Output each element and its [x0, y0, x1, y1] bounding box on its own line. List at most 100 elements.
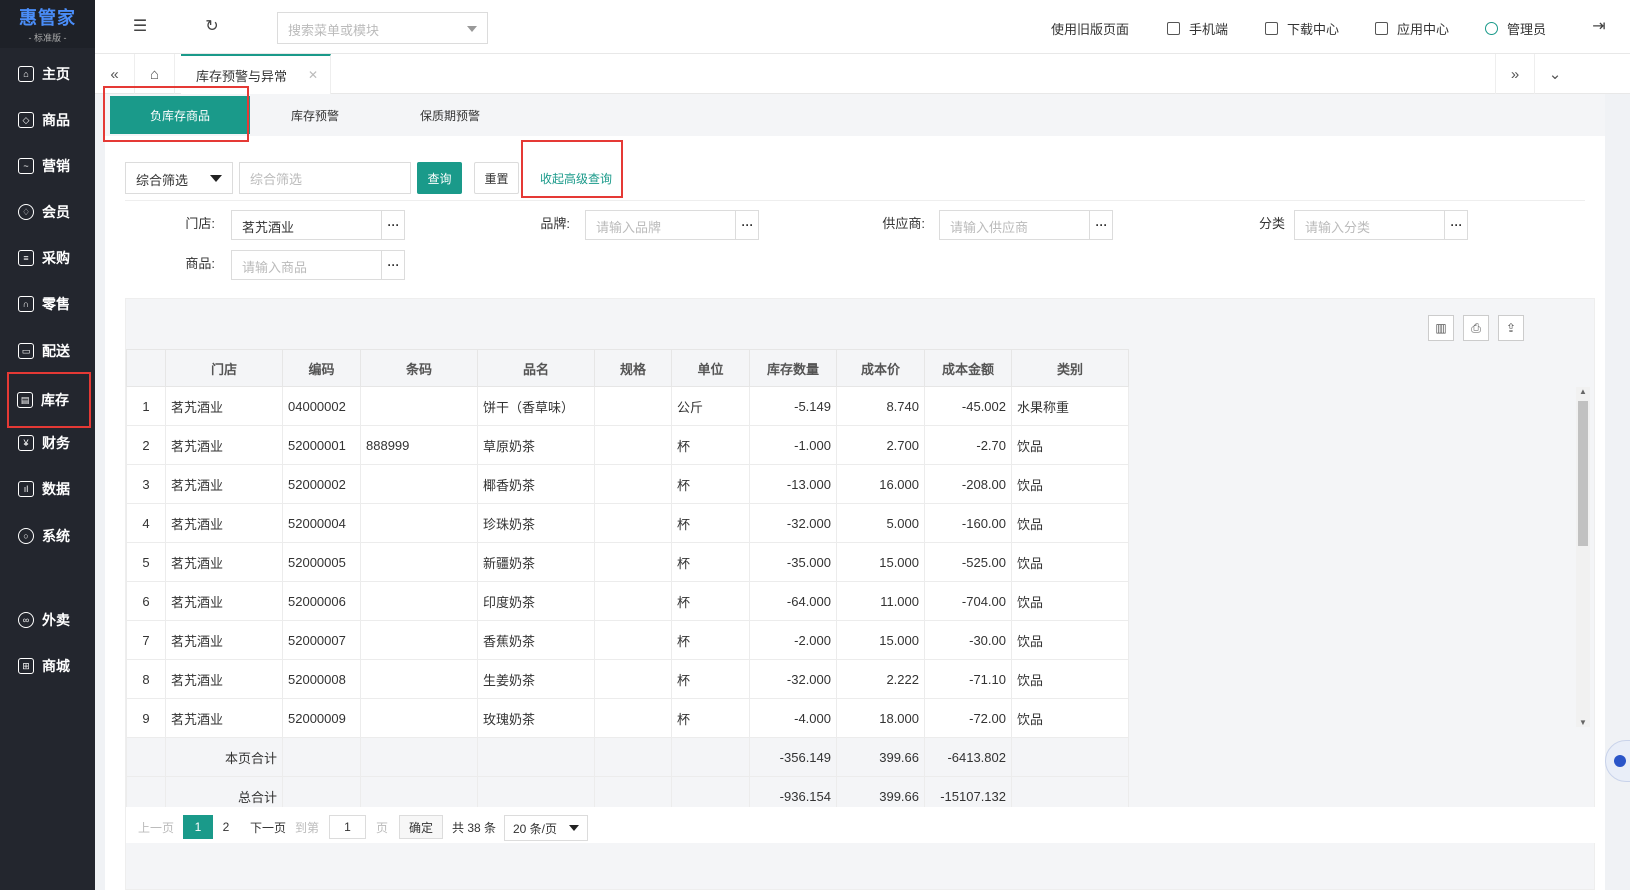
- table-cell: [360, 698, 478, 738]
- sidebar-item-system[interactable]: ○ 系统: [0, 518, 95, 554]
- product-picker-button[interactable]: ···: [381, 251, 405, 279]
- page-2-button[interactable]: 2: [218, 815, 234, 839]
- combo-filter-input[interactable]: 综合筛选: [239, 162, 411, 194]
- table-row[interactable]: 2 茗艽酒业 52000001 888999 草原奶茶 杯 -1.000 2.700 -2.70…: [126, 425, 1129, 465]
- chevron-down-icon: [569, 825, 579, 831]
- table-cell: 5.000: [836, 503, 925, 543]
- table-cell: 04000002: [282, 386, 361, 426]
- table-cell: 公斤: [671, 386, 750, 426]
- col-code[interactable]: 编码: [282, 349, 361, 387]
- column-settings-icon[interactable]: ▥: [1428, 315, 1454, 341]
- user-menu[interactable]: 管理员: [1485, 19, 1546, 38]
- scroll-up-icon[interactable]: ▲: [1579, 387, 1587, 396]
- sidebar-item-inventory[interactable]: ▤ 库存: [7, 372, 91, 428]
- store-field[interactable]: 茗艽酒业: [231, 210, 405, 240]
- subtab-stock-warning[interactable]: 库存预警: [255, 94, 375, 136]
- table-cell: [360, 581, 478, 621]
- refresh-icon[interactable]: ↻: [203, 18, 221, 36]
- col-unit[interactable]: 单位: [671, 349, 750, 387]
- inventory-icon: ▤: [17, 392, 33, 408]
- category-field[interactable]: 请输入分类: [1294, 210, 1468, 240]
- supplier-picker-button[interactable]: ···: [1089, 211, 1113, 239]
- goto-confirm-button[interactable]: 确定: [399, 815, 443, 839]
- logout-icon[interactable]: ⇥: [1590, 18, 1608, 36]
- col-category[interactable]: 类别: [1011, 349, 1129, 387]
- reset-button[interactable]: 重置: [474, 162, 519, 194]
- table-scrollbar[interactable]: ▲ ▼: [1576, 387, 1590, 727]
- col-cost-price[interactable]: 成本价: [836, 349, 925, 387]
- app-center-link[interactable]: 应用中心: [1375, 19, 1449, 38]
- page-1-button[interactable]: 1: [183, 815, 213, 839]
- mobile-link[interactable]: 手机端: [1167, 19, 1228, 38]
- category-picker-button[interactable]: ···: [1444, 211, 1468, 239]
- sidebar-item-purchase[interactable]: ≡ 采购: [0, 240, 95, 276]
- table-row[interactable]: 9 茗艽酒业 52000009 玫瑰奶茶 杯 -4.000 18.000 -72.00 饮品: [126, 698, 1129, 738]
- old-version-link[interactable]: 使用旧版页面: [1051, 19, 1129, 38]
- category-label: 分类: [1258, 216, 1285, 231]
- sidebar-item-delivery[interactable]: ▭ 配送: [0, 333, 95, 369]
- menu-collapse-icon[interactable]: ☰: [131, 18, 149, 36]
- menu-search-input[interactable]: 搜索菜单或模块: [277, 12, 488, 44]
- tabs-menu-chevron-icon[interactable]: ⌄: [1535, 54, 1575, 94]
- col-barcode[interactable]: 条码: [360, 349, 478, 387]
- table-row[interactable]: 5 茗艽酒业 52000005 新疆奶茶 杯 -35.000 15.000 -525.00 饮品: [126, 542, 1129, 582]
- sidebar-item-takeout[interactable]: ∞ 外卖: [0, 602, 95, 638]
- export-icon[interactable]: ⇪: [1498, 315, 1524, 341]
- supplier-field[interactable]: 请输入供应商: [939, 210, 1113, 240]
- brand-picker-button[interactable]: ···: [735, 211, 759, 239]
- sidebar-item-mall[interactable]: ⊞ 商城: [0, 648, 95, 684]
- col-cost-amount[interactable]: 成本金额: [924, 349, 1012, 387]
- sidebar-item-finance[interactable]: ¥ 财务: [0, 425, 95, 461]
- close-icon[interactable]: ✕: [308, 68, 318, 82]
- logo-text: 惠管家: [19, 8, 76, 28]
- goto-label: 到第: [294, 820, 319, 835]
- product-field[interactable]: 请输入商品: [231, 250, 405, 280]
- store-picker-button[interactable]: ···: [381, 211, 405, 239]
- table-row[interactable]: 4 茗艽酒业 52000004 珍珠奶茶 杯 -32.000 5.000 -160.00 饮品: [126, 503, 1129, 543]
- col-spec[interactable]: 规格: [594, 349, 672, 387]
- table-row[interactable]: 1 茗艽酒业 04000002 饼干（香草味） 公斤 -5.149 8.740 -45.002…: [126, 386, 1129, 426]
- col-name[interactable]: 品名: [477, 349, 595, 387]
- table-cell: 9: [126, 698, 166, 738]
- download-center-link[interactable]: 下载中心: [1265, 19, 1339, 38]
- sidebar-item-marketing[interactable]: ~ 营销: [0, 148, 95, 184]
- goto-page-input[interactable]: 1: [329, 815, 366, 839]
- sidebar-item-home[interactable]: ⌂ 主页: [0, 56, 95, 92]
- col-qty[interactable]: 库存数量: [749, 349, 837, 387]
- prev-page-button[interactable]: 上一页: [138, 815, 174, 839]
- table-row[interactable]: 6 茗艽酒业 52000006 印度奶茶 杯 -64.000 11.000 -704.00 饮品: [126, 581, 1129, 621]
- sidebar-item-label: 数据: [42, 481, 70, 497]
- tabs-scroll-right-icon[interactable]: »: [1495, 54, 1535, 94]
- query-button[interactable]: 查询: [417, 162, 462, 194]
- scrollbar-thumb[interactable]: [1578, 401, 1588, 546]
- combo-filter-select[interactable]: 综合筛选: [125, 162, 233, 194]
- sidebar-item-retail[interactable]: ∩ 零售: [0, 286, 95, 322]
- brand-field[interactable]: 请输入品牌: [585, 210, 759, 240]
- sidebar-item-label: 商城: [42, 658, 70, 674]
- table-row[interactable]: 8 茗艽酒业 52000008 生姜奶茶 杯 -32.000 2.222 -71.10 饮品: [126, 659, 1129, 699]
- summary-cell: -356.149: [749, 737, 837, 777]
- logo[interactable]: 惠管家 - 标准版 -: [0, 0, 95, 48]
- table-cell: -35.000: [749, 542, 837, 582]
- table-cell: -13.000: [749, 464, 837, 504]
- assistant-float-button[interactable]: [1605, 740, 1630, 782]
- table-row[interactable]: 7 茗艽酒业 52000007 香蕉奶茶 杯 -2.000 15.000 -30.00 饮品: [126, 620, 1129, 660]
- sidebar-item-data[interactable]: ıl 数据: [0, 471, 95, 507]
- col-store[interactable]: 门店: [165, 349, 283, 387]
- settings-icon: ○: [18, 528, 34, 544]
- table-cell: [594, 620, 672, 660]
- scroll-down-icon[interactable]: ▼: [1579, 718, 1587, 727]
- table-row[interactable]: 3 茗艽酒业 52000002 椰香奶茶 杯 -13.000 16.000 -208.00 饮品: [126, 464, 1129, 504]
- table-cell: 5: [126, 542, 166, 582]
- next-page-button[interactable]: 下一页: [250, 815, 286, 839]
- sidebar-item-members[interactable]: ♢ 会员: [0, 194, 95, 230]
- table-cell: 饮品: [1011, 581, 1129, 621]
- subtab-expiry-warning[interactable]: 保质期预警: [375, 94, 525, 136]
- table-cell: -160.00: [924, 503, 1012, 543]
- print-icon[interactable]: ⎙: [1463, 315, 1489, 341]
- sidebar-item-products[interactable]: ◇ 商品: [0, 102, 95, 138]
- page-size-select[interactable]: 20 条/页: [504, 815, 588, 841]
- table-cell: -32.000: [749, 659, 837, 699]
- table-cell: 52000006: [282, 581, 361, 621]
- sidebar-item-label: 外卖: [42, 612, 70, 628]
